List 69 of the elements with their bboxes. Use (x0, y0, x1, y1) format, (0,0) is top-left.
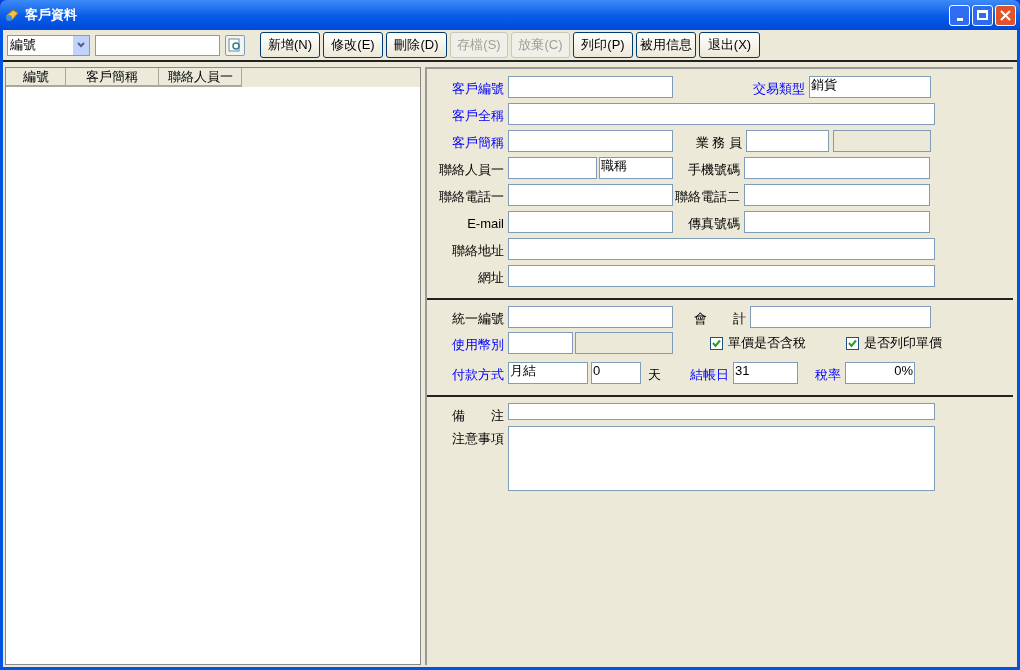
field-label: 客戶編號 (452, 80, 504, 98)
field-label: 付款方式 (452, 366, 504, 384)
field-label: 網址 (478, 269, 504, 287)
field-label: E-mail (467, 215, 504, 233)
input-field[interactable] (508, 403, 935, 420)
input-field[interactable]: 月結 (508, 362, 588, 384)
toolbar-button[interactable]: 新增(N) (260, 32, 320, 58)
field-label: 結帳日 (690, 366, 729, 384)
minimize-button[interactable] (949, 4, 970, 26)
input-field[interactable] (746, 130, 829, 152)
field-label: 聯絡地址 (452, 242, 504, 260)
field-label: 聯絡電話二 (675, 188, 740, 206)
search-field[interactable] (95, 34, 220, 56)
input-field[interactable] (508, 184, 673, 206)
input-field[interactable]: 職稱 (599, 157, 673, 179)
app-icon (4, 7, 20, 23)
checkbox[interactable] (710, 336, 723, 350)
toolbar-button[interactable]: 被用信息 (636, 32, 696, 58)
field-label: 手機號碼 (688, 161, 740, 179)
input-field[interactable]: 0% (845, 362, 915, 384)
field-label: 客戶簡稱 (452, 134, 504, 152)
input-field[interactable] (508, 306, 673, 328)
search-icon (228, 38, 242, 52)
input-field[interactable] (508, 157, 597, 179)
field-label: 業 務 員 (695, 134, 742, 152)
input-field[interactable] (508, 76, 673, 98)
field-label: 稅率 (815, 366, 841, 384)
checkbox[interactable] (846, 336, 859, 350)
maximize-button[interactable] (972, 4, 993, 26)
field-label: 聯絡人員一 (439, 161, 504, 179)
field-label: 統一編號 (452, 310, 504, 328)
input-field[interactable] (508, 130, 673, 152)
notes-field[interactable] (508, 426, 935, 491)
window-title: 客戶資料 (25, 6, 77, 25)
unit-label: 天 (648, 366, 661, 384)
field-label: 聯絡電話一 (439, 188, 504, 206)
input-field[interactable]: 31 (733, 362, 798, 384)
toolbar-button[interactable]: 刪除(D) (386, 32, 447, 58)
close-button[interactable] (995, 4, 1016, 26)
toolbar-button[interactable]: 退出(X) (699, 32, 760, 58)
column-header[interactable]: 客戶簡稱 (66, 68, 159, 87)
column-header[interactable]: 聯絡人員一 (159, 68, 242, 87)
checkbox-label: 是否列印單價 (864, 334, 942, 353)
close-icon (1000, 9, 1011, 21)
input-field[interactable] (508, 265, 935, 287)
field-label: 傳真號碼 (688, 215, 740, 233)
field-label: 備 注 (452, 407, 504, 425)
input-field[interactable] (744, 211, 930, 233)
checkbox-label: 單價是否含稅 (728, 334, 806, 353)
dropdown-value: 編號 (9, 36, 37, 55)
input-field[interactable]: 0 (591, 362, 641, 384)
column-header[interactable]: 編號 (6, 68, 66, 87)
field-label: 注意事項 (452, 430, 504, 448)
search-by-dropdown[interactable]: 編號 (7, 34, 90, 56)
field-label: 交易類型 (753, 80, 805, 98)
input-field[interactable] (744, 184, 930, 206)
input-field[interactable] (508, 238, 935, 260)
field-label: 使用幣別 (452, 336, 504, 354)
toolbar-button[interactable]: 列印(P) (573, 32, 633, 58)
input-field[interactable] (508, 103, 935, 125)
field-label: 客戶全稱 (452, 107, 504, 125)
toolbar-button[interactable]: 修改(E) (323, 32, 383, 58)
input-field[interactable]: 銷貨 (809, 76, 931, 98)
input-field[interactable] (744, 157, 930, 179)
input-field[interactable] (508, 211, 673, 233)
input-field[interactable] (508, 332, 573, 354)
search-button[interactable] (225, 34, 245, 56)
input-field[interactable] (750, 306, 931, 328)
field-label: 會 計 (694, 310, 746, 328)
